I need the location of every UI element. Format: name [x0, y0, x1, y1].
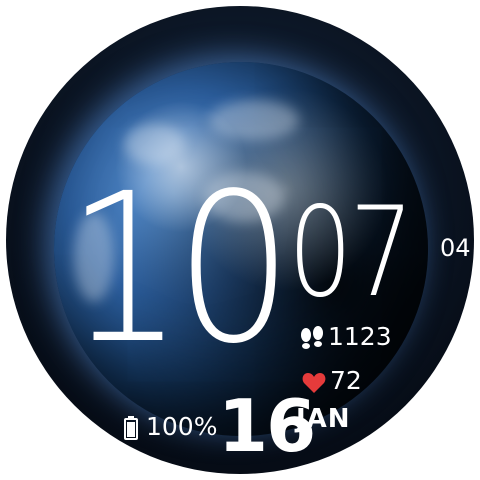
heart-rate: 72 [330, 366, 362, 395]
battery-level: 100% [146, 412, 218, 441]
minute-display: 07 [288, 181, 414, 325]
seconds-display: 04 [440, 234, 471, 262]
watch-face: 10 07 04 1123 72 100% 16 JAN [6, 6, 474, 474]
hour-display: 10 [66, 149, 293, 389]
steps-count: 1123 [328, 322, 392, 351]
footprints-icon [301, 326, 323, 349]
battery-icon [124, 416, 138, 440]
date-month: JAN [296, 404, 351, 434]
